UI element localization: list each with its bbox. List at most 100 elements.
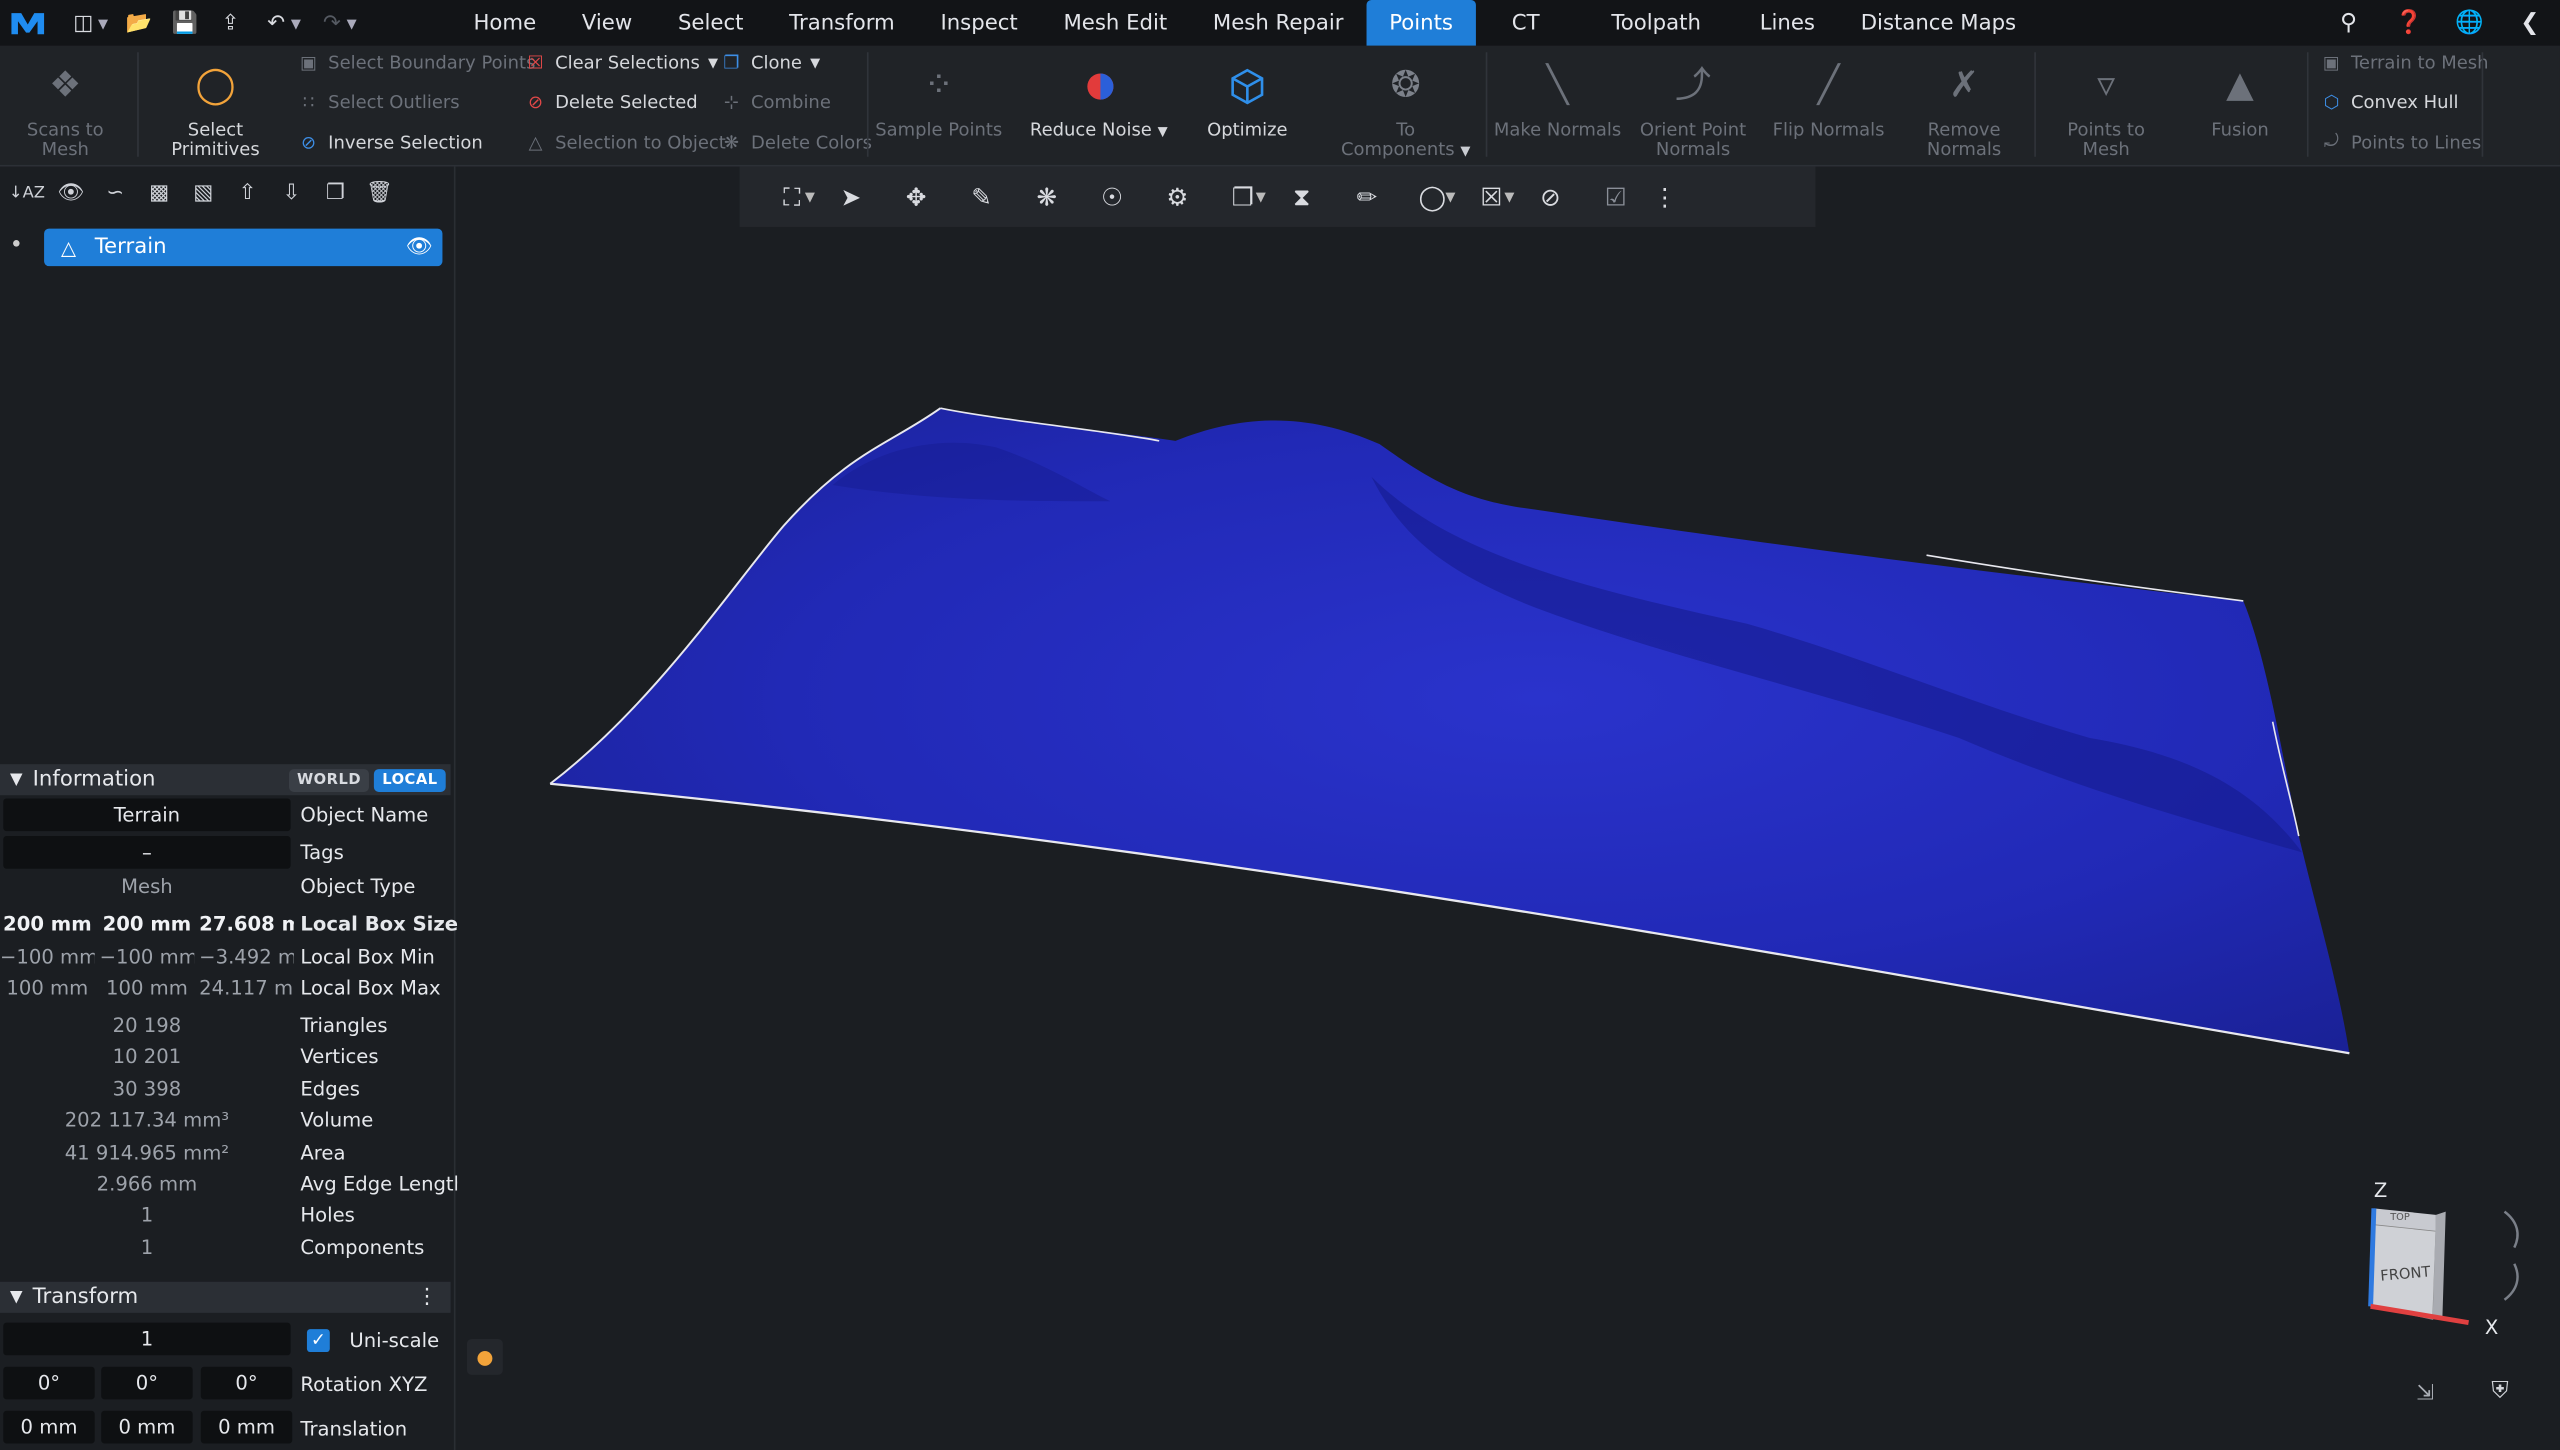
chevron-down-icon[interactable]: ▼ xyxy=(98,16,108,31)
trash-icon[interactable]: 🗑 xyxy=(358,170,402,216)
orient-point-normals-label-2: Normals xyxy=(1655,138,1731,161)
tab-view[interactable]: View xyxy=(559,0,655,46)
tab-select[interactable]: Select xyxy=(655,0,766,46)
make-normals-button[interactable]: ╲ Make Normals xyxy=(1492,46,1623,164)
tab-home[interactable]: Home xyxy=(451,0,559,46)
fusion-icon: ▲ xyxy=(2226,65,2254,107)
combine-button[interactable]: ⊹ Combine xyxy=(720,85,831,118)
select-primitives-button[interactable]: ◯ Select Primitives xyxy=(150,46,281,164)
view-cube[interactable]: Z X FRONT TOP xyxy=(2358,1179,2538,1342)
tab-ct[interactable]: CT xyxy=(1476,0,1576,46)
flip-normals-button[interactable]: ╱ Flip Normals xyxy=(1763,46,1894,164)
reduce-noise-button[interactable]: Reduce Noise ▼ xyxy=(1022,46,1175,164)
select-arrow-icon[interactable]: ➤ xyxy=(818,172,883,221)
more-vertical-icon[interactable]: ⋮ xyxy=(1648,172,1681,221)
notification-icon[interactable]: ● xyxy=(466,1338,503,1375)
inverse-selection-button[interactable]: ⊘ Inverse Selection xyxy=(297,126,483,159)
tab-distance-maps[interactable]: Distance Maps xyxy=(1838,0,2039,46)
terrain-to-mesh-button[interactable]: ▣ Terrain to Mesh xyxy=(2320,46,2489,79)
transform-gizmo-icon[interactable]: ❋ xyxy=(1014,172,1079,221)
orient-point-normals-button[interactable]: ⤴ Orient Point Normals xyxy=(1626,46,1760,164)
remove-normals-label-1: Remove xyxy=(1927,119,2001,141)
sample-points-button[interactable]: ⁘ Sample Points xyxy=(875,46,1002,164)
chevron-down-icon: ▼ xyxy=(10,1288,23,1307)
deselect-circle-icon[interactable]: ⊘ xyxy=(1518,172,1583,221)
eye-icon[interactable]: 👁 xyxy=(49,170,93,216)
checkbox-icon[interactable]: ☑ xyxy=(1583,172,1648,221)
export-icon[interactable]: ⇪ xyxy=(209,5,251,41)
information-header[interactable]: ▼ Information WORLD LOCAL xyxy=(0,764,451,796)
tab-transform[interactable]: Transform xyxy=(766,0,917,46)
chevron-down-icon[interactable]: ▼ xyxy=(291,16,301,31)
uniscale-checkbox[interactable]: ✓ xyxy=(306,1328,330,1352)
points-to-mesh-button[interactable]: ▿ Points to Mesh xyxy=(2041,46,2172,164)
convex-hull-label: Convex Hull xyxy=(2351,90,2459,112)
pen-icon[interactable]: ✏ xyxy=(1334,172,1399,221)
eye-closed-icon[interactable]: ∽ xyxy=(93,170,137,216)
chevron-down-icon[interactable]: ▼ xyxy=(1445,189,1455,204)
mesh-triangle-icon: △ xyxy=(61,235,77,259)
move-down-icon[interactable]: ⇩ xyxy=(269,170,313,216)
brush-select-icon[interactable]: ✎ xyxy=(949,172,1014,221)
outliers-icon: ∷ xyxy=(302,90,315,112)
3d-viewport[interactable]: ⛶ ▼ ➤ ✥ ✎ ❋ ☉ ⚙ ❐ ▼ ⧗ ✏ ◯ ▼ ☒ ▼ ⊘ ☑ ⋮ ● Z X xyxy=(457,166,2560,1450)
more-vertical-icon[interactable]: ⋮ xyxy=(416,1285,437,1309)
to-components-label-wrap: Components ▼ xyxy=(1341,140,1470,161)
move-up-icon[interactable]: ⇧ xyxy=(225,170,269,216)
convex-hull-button[interactable]: ⬡ Convex Hull xyxy=(2320,85,2459,118)
select-boundary-points-button[interactable]: ▣ Select Boundary Points xyxy=(297,46,535,79)
tab-inspect[interactable]: Inspect xyxy=(918,0,1041,46)
to-components-button[interactable]: ❂ To Components ▼ xyxy=(1336,46,1476,164)
render-mode-icon[interactable]: ⛨ xyxy=(2491,1378,2508,1404)
tab-mesh-edit[interactable]: Mesh Edit xyxy=(1041,0,1190,46)
stat-value: 1 xyxy=(140,1202,154,1226)
open-folder-icon[interactable]: 📂 xyxy=(118,5,160,41)
delete-selected-button[interactable]: ⊘ Delete Selected xyxy=(524,85,698,118)
rotate-icon[interactable]: ☉ xyxy=(1079,172,1144,221)
flip-normals-icon: ╱ xyxy=(1817,65,1840,107)
scans-to-mesh-button[interactable]: ❖ Scans to Mesh xyxy=(7,46,125,164)
collapse-icon[interactable]: ❮ xyxy=(2500,0,2560,46)
points-to-lines-button[interactable]: ⤾ Points to Lines xyxy=(2320,126,2481,159)
eraser-icon[interactable]: ⧗ xyxy=(1269,172,1334,221)
world-toggle[interactable]: WORLD xyxy=(288,768,370,792)
duplicate-icon[interactable]: ❐ xyxy=(313,170,357,216)
chevron-down-icon[interactable]: ▼ xyxy=(347,16,357,31)
tab-lines[interactable]: Lines xyxy=(1737,0,1838,46)
deselect-icon[interactable]: ▧ xyxy=(181,170,225,216)
sort-icon[interactable]: ↓AZ xyxy=(5,170,49,216)
app-logo[interactable] xyxy=(0,0,56,46)
globe-icon[interactable]: 🌐 xyxy=(2439,0,2499,46)
fusion-button[interactable]: ▲ Fusion xyxy=(2181,46,2299,164)
paint-bucket-icon[interactable]: ⚙ xyxy=(1145,172,1210,221)
scene-item-terrain[interactable]: △ Terrain 👁 xyxy=(44,228,443,267)
fit-all-icon[interactable]: ⇲ xyxy=(2416,1381,2434,1405)
chevron-down-icon[interactable]: ▼ xyxy=(1504,189,1514,204)
clear-selections-button[interactable]: ☒ Clear Selections ▼ xyxy=(524,46,718,79)
box-max-x: 100 mm xyxy=(6,975,89,999)
select-outliers-button[interactable]: ∷ Select Outliers xyxy=(297,85,460,118)
delete-colors-button[interactable]: ❋ Delete Colors xyxy=(720,126,872,159)
select-all-icon[interactable]: ▩ xyxy=(137,170,181,216)
local-toggle[interactable]: LOCAL xyxy=(374,768,446,792)
selection-to-object-button[interactable]: △ Selection to Object xyxy=(524,126,726,159)
chevron-down-icon[interactable]: ▼ xyxy=(805,189,815,204)
transform-header[interactable]: ▼ Transform ⋮ xyxy=(0,1281,451,1313)
search-icon[interactable]: ⚲ xyxy=(2318,0,2378,46)
stat-row-area: 41 914.965 mm² Area xyxy=(0,1136,456,1167)
chevron-down-icon[interactable]: ▼ xyxy=(1256,189,1266,204)
visibility-eye-icon[interactable]: 👁 xyxy=(406,235,433,259)
move-icon[interactable]: ✥ xyxy=(884,172,949,221)
tab-toolpath[interactable]: Toolpath xyxy=(1576,0,1737,46)
tab-mesh-repair[interactable]: Mesh Repair xyxy=(1190,0,1366,46)
remove-normals-button[interactable]: ✗ Remove Normals xyxy=(1900,46,2027,164)
help-icon[interactable]: ❓ xyxy=(2379,0,2439,46)
box-min-x: −100 mm xyxy=(0,944,95,968)
ribbon-separator xyxy=(1485,52,1488,157)
save-icon[interactable]: 💾 xyxy=(164,5,206,41)
tab-points[interactable]: Points xyxy=(1366,0,1476,46)
terrain-mesh[interactable] xyxy=(457,167,2560,1450)
clone-button[interactable]: ❐ Clone ▼ xyxy=(720,46,820,79)
object-name-row: Object Name xyxy=(0,798,456,829)
optimize-button[interactable]: Optimize xyxy=(1189,46,1307,164)
